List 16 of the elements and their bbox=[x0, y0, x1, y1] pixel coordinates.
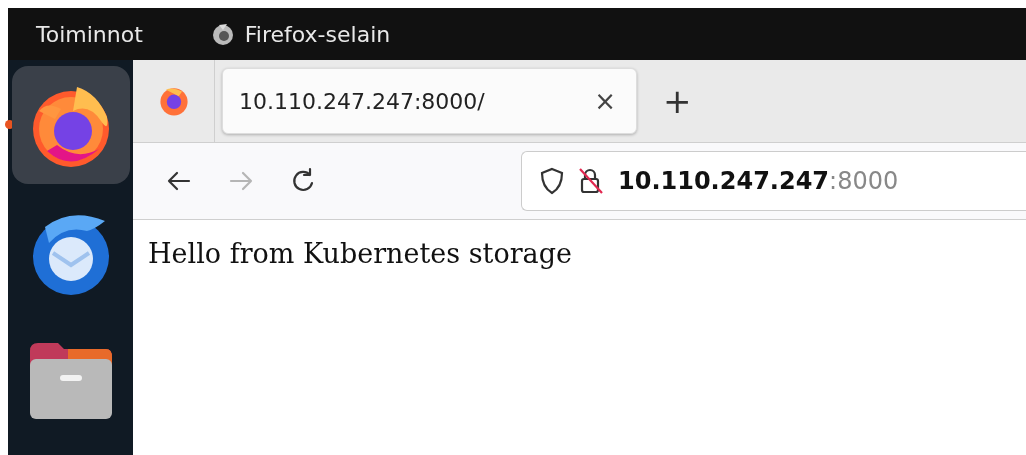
address-bar[interactable]: 10.110.247.247:8000 bbox=[521, 151, 1026, 211]
firefox-icon[interactable] bbox=[157, 85, 190, 117]
browser-tab[interactable]: 10.110.247.247:8000/ × bbox=[222, 68, 637, 134]
close-tab-button[interactable]: × bbox=[590, 88, 620, 114]
shield-icon[interactable] bbox=[540, 167, 564, 195]
url-host: 10.110.247.247 bbox=[618, 166, 830, 197]
app-menu[interactable]: Firefox-selain bbox=[244, 17, 391, 51]
activities-button[interactable]: Toiminnot bbox=[8, 17, 171, 51]
firefox-icon bbox=[210, 22, 235, 46]
tab-title: 10.110.247.247:8000/ bbox=[239, 87, 485, 116]
page-text: Hello from Kubernetes storage bbox=[148, 237, 573, 271]
folder-icon bbox=[27, 341, 114, 421]
new-tab-button[interactable]: + bbox=[659, 84, 696, 118]
url-port: :8000 bbox=[829, 166, 899, 197]
dock-item[interactable] bbox=[11, 66, 130, 184]
insecure-lock-icon[interactable] bbox=[578, 167, 604, 195]
